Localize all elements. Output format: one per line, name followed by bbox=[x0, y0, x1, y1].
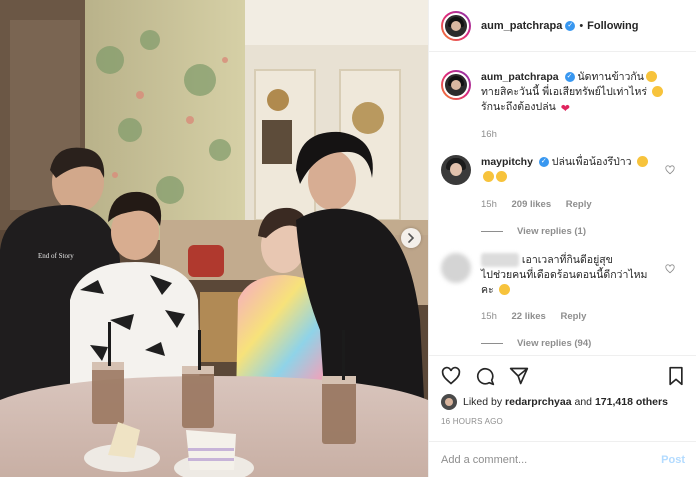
commenter-username[interactable]: maypitchy bbox=[481, 156, 533, 168]
grin-emoji-icon bbox=[651, 86, 663, 97]
red-heart-emoji-icon: ❤ bbox=[560, 103, 570, 115]
shirt-text: End of Story bbox=[38, 252, 74, 260]
blurred-commenter-username[interactable] bbox=[481, 253, 519, 268]
bookmark-icon[interactable] bbox=[667, 366, 685, 386]
add-comment-input[interactable] bbox=[441, 453, 662, 466]
reply-button[interactable]: Reply bbox=[566, 199, 592, 210]
comment-body: ปล่นเพื่อน้องรึป่าว bbox=[551, 156, 632, 168]
comment-likes[interactable]: 22 likes bbox=[512, 311, 546, 322]
comment-row: เอาเวลาที่กินดีอยู่สุข ไปช่วยคนที่เดือดร… bbox=[441, 253, 667, 298]
restaurant-group-photo: End of Story bbox=[0, 0, 428, 477]
liker-username[interactable]: redarprchyaa bbox=[505, 396, 572, 408]
smile-emoji-icon bbox=[498, 284, 510, 295]
caption-time: 16h bbox=[481, 129, 497, 140]
view-replies-label: View replies (94) bbox=[517, 338, 592, 349]
post-timestamp[interactable]: 16 HOURS AGO bbox=[441, 417, 503, 426]
comment-line-1: เอาเวลาที่กินดีอยู่สุข bbox=[521, 254, 613, 266]
comment-meta: 15h 209 likes Reply bbox=[481, 199, 604, 210]
post-side-panel: aum_patchrapa ✓ • Following aum_patchrap… bbox=[428, 0, 696, 477]
heart-icon[interactable] bbox=[441, 366, 461, 386]
comment-likes[interactable]: 209 likes bbox=[512, 199, 552, 210]
liker-avatar[interactable] bbox=[441, 394, 457, 410]
verified-badge-icon: ✓ bbox=[538, 157, 549, 168]
monkey-emoji-icon bbox=[483, 171, 494, 182]
carousel-next-button[interactable] bbox=[401, 228, 421, 248]
liked-by-summary: Liked by redarprchyaa and 171,418 others bbox=[441, 394, 668, 410]
post-comment-button[interactable]: Post bbox=[661, 454, 685, 466]
comment-time: 15h bbox=[481, 199, 497, 210]
comment-like-heart-icon[interactable] bbox=[665, 264, 675, 274]
comment-text: เอาเวลาที่กินดีอยู่สุข ไปช่วยคนที่เดือดร… bbox=[481, 253, 667, 298]
view-replies-button[interactable]: View replies (1) bbox=[481, 226, 586, 237]
monkey-emoji-icon bbox=[496, 171, 507, 182]
comment-text: maypitchy ✓ ปล่นเพื่อน้องรึป่าว bbox=[481, 155, 667, 185]
monkey-emoji-icon bbox=[636, 156, 648, 167]
share-icon[interactable] bbox=[509, 366, 529, 386]
caption-line-2: ทายสิคะวันนี้ พี่เอเสียทรัพย์ไปเท่าไหร่ bbox=[481, 86, 648, 98]
smile-emoji-icon bbox=[645, 71, 657, 82]
comment-icon[interactable] bbox=[475, 366, 495, 386]
liked-connector: and bbox=[574, 396, 593, 408]
author-avatar[interactable] bbox=[441, 10, 471, 41]
following-button[interactable]: Following bbox=[587, 20, 638, 32]
caption-username[interactable]: aum_patchrapa bbox=[481, 71, 559, 83]
post-photo[interactable]: End of Story bbox=[0, 0, 428, 477]
caption-line-3: รักนะถึงต้องปล่น bbox=[481, 101, 556, 113]
verified-badge-icon: ✓ bbox=[565, 20, 576, 31]
post-actions: Liked by redarprchyaa and 171,418 others… bbox=[429, 355, 696, 441]
commenter-avatar[interactable] bbox=[441, 155, 471, 185]
comment-like-heart-icon[interactable] bbox=[665, 165, 675, 175]
view-replies-label: View replies (1) bbox=[517, 226, 586, 237]
reply-button[interactable]: Reply bbox=[560, 311, 586, 322]
caption-meta: 16h bbox=[481, 129, 509, 140]
chevron-right-icon bbox=[408, 233, 415, 243]
comments-list[interactable]: aum_patchrapa ✓ นัดทานข้าวกัน ทายสิคะวัน… bbox=[429, 53, 696, 355]
comment-line-3: คะ bbox=[481, 284, 494, 296]
caption-row: aum_patchrapa ✓ นัดทานข้าวกัน ทายสิคะวัน… bbox=[441, 70, 687, 115]
liked-others-count[interactable]: 171,418 others bbox=[595, 396, 668, 408]
view-replies-button[interactable]: View replies (94) bbox=[481, 338, 591, 349]
comment-composer: Post bbox=[429, 441, 696, 477]
comment-time: 15h bbox=[481, 311, 497, 322]
caption-avatar[interactable] bbox=[441, 70, 471, 100]
post-header: aum_patchrapa ✓ • Following bbox=[429, 0, 696, 52]
comment-meta: 15h 22 likes Reply bbox=[481, 311, 598, 322]
separator-dot: • bbox=[579, 19, 584, 32]
caption-text: aum_patchrapa ✓ นัดทานข้าวกัน ทายสิคะวัน… bbox=[481, 70, 687, 115]
liked-prefix: Liked by bbox=[463, 396, 503, 408]
comment-row: maypitchy ✓ ปล่นเพื่อน้องรึป่าว bbox=[441, 155, 667, 185]
author-username[interactable]: aum_patchrapa bbox=[481, 20, 562, 32]
comment-line-2: ไปช่วยคนที่เดือดร้อนตอนนี้ดีกว่าไหม bbox=[481, 269, 648, 281]
verified-badge-icon: ✓ bbox=[564, 72, 575, 83]
caption-line-1: นัดทานข้าวกัน bbox=[577, 71, 644, 83]
blurred-commenter-avatar[interactable] bbox=[441, 253, 471, 283]
